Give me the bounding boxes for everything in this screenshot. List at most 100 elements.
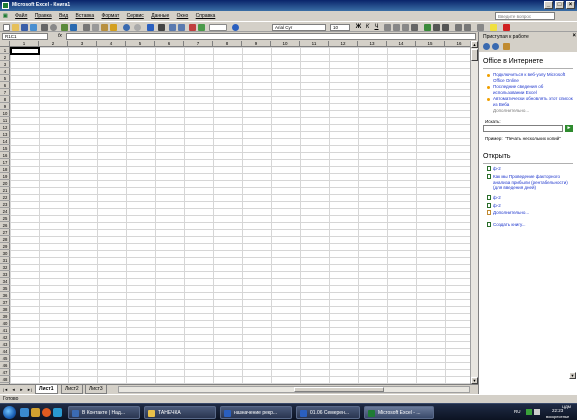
home-icon[interactable] xyxy=(503,43,510,50)
row-header[interactable]: 46 xyxy=(0,362,10,369)
tab-sheet2[interactable]: Лист2 xyxy=(61,385,83,394)
font-color-icon[interactable] xyxy=(503,24,510,31)
row-header[interactable]: 1 xyxy=(0,47,10,54)
close-button[interactable]: × xyxy=(566,1,575,9)
task-pane-close-icon[interactable]: × xyxy=(572,33,576,39)
row-header[interactable]: 7 xyxy=(0,89,10,96)
prev-sheet-icon[interactable]: ◄ xyxy=(10,386,17,393)
copy-icon[interactable] xyxy=(92,24,99,31)
more-online-link[interactable]: Дополнительно... xyxy=(493,108,573,114)
row-header[interactable]: 42 xyxy=(0,334,10,341)
name-box[interactable]: R1C1 xyxy=(2,33,48,40)
menu-tools[interactable]: Сервис xyxy=(124,11,147,21)
recent-file-1[interactable]: ф-2 xyxy=(493,166,573,172)
menu-data[interactable]: Данные xyxy=(148,11,172,21)
paste-icon[interactable] xyxy=(101,24,108,31)
row-header[interactable]: 15 xyxy=(0,145,10,152)
worksheet-grid[interactable]: 1 2 3 4 5 6 7 8 9 10 11 12 13 14 15 16 1 2 3 4 5 6 7 8 9 10 11 12 1… xyxy=(0,41,470,384)
link-auto-update[interactable]: Автоматически обновлять этот список из В… xyxy=(493,96,573,107)
row-header[interactable]: 14 xyxy=(0,138,10,145)
scroll-up-icon[interactable]: ▲ xyxy=(471,41,478,48)
row-header[interactable]: 4 xyxy=(0,68,10,75)
more-open-link[interactable]: Дополнительно... xyxy=(493,210,573,216)
next-sheet-icon[interactable]: ► xyxy=(18,386,25,393)
row-header[interactable]: 8 xyxy=(0,96,10,103)
font-name-select[interactable]: Arial Cyr xyxy=(272,24,326,31)
taskbar-button[interactable]: Microsoft Excel - ... xyxy=(364,406,434,419)
row-header[interactable]: 37 xyxy=(0,299,10,306)
clock-time[interactable]: 22:23 xyxy=(552,408,563,413)
tab-sheet1[interactable]: Лист1 xyxy=(35,385,58,394)
media-player-icon[interactable] xyxy=(42,408,51,417)
network-icon[interactable] xyxy=(526,409,532,415)
document-icon[interactable]: ▣ xyxy=(0,11,11,21)
row-header[interactable]: 48 xyxy=(0,376,10,383)
print-icon[interactable] xyxy=(41,24,48,31)
row-header[interactable]: 31 xyxy=(0,257,10,264)
row-header[interactable]: 9 xyxy=(0,103,10,110)
drawing-icon[interactable] xyxy=(198,24,205,31)
active-cell[interactable] xyxy=(10,47,40,55)
bold-icon[interactable]: Ж xyxy=(355,24,362,31)
link-office-online[interactable]: Подключиться к веб-узлу Microsoft Office… xyxy=(493,72,573,83)
row-header[interactable]: 39 xyxy=(0,313,10,320)
recent-file-2[interactable]: Как мы Проведение факторного анализа при… xyxy=(493,174,573,191)
align-center-icon[interactable] xyxy=(393,24,400,31)
link-latest-news[interactable]: Последние сведения об использовании Exce… xyxy=(493,84,573,95)
volume-icon[interactable] xyxy=(534,409,540,415)
row-header[interactable]: 34 xyxy=(0,278,10,285)
menu-view[interactable]: Вид xyxy=(56,11,71,21)
research-icon[interactable] xyxy=(70,24,77,31)
scroll-thumb[interactable] xyxy=(471,49,478,61)
currency-icon[interactable] xyxy=(424,24,431,31)
row-header[interactable]: 33 xyxy=(0,271,10,278)
search-go-icon[interactable]: ► xyxy=(565,125,573,132)
forward-icon[interactable] xyxy=(492,43,499,50)
row-header[interactable]: 18 xyxy=(0,166,10,173)
menu-file[interactable]: Файл xyxy=(12,11,30,21)
open-icon[interactable] xyxy=(12,24,19,31)
row-header[interactable]: 26 xyxy=(0,222,10,229)
row-header[interactable]: 41 xyxy=(0,327,10,334)
align-right-icon[interactable] xyxy=(402,24,409,31)
row-header[interactable]: 40 xyxy=(0,320,10,327)
row-header[interactable]: 23 xyxy=(0,201,10,208)
recent-file-4[interactable]: ф-2 xyxy=(493,203,573,209)
row-header[interactable]: 25 xyxy=(0,215,10,222)
tab-sheet3[interactable]: Лист3 xyxy=(85,385,107,394)
create-workbook-link[interactable]: Создать книгу... xyxy=(493,222,573,228)
row-header[interactable]: 13 xyxy=(0,131,10,138)
row-header[interactable]: 16 xyxy=(0,152,10,159)
pane-scroll-down-icon[interactable]: ▼ xyxy=(569,372,576,379)
row-header[interactable]: 32 xyxy=(0,264,10,271)
font-size-select[interactable]: 10 xyxy=(330,24,350,31)
row-header[interactable]: 19 xyxy=(0,173,10,180)
comma-style-icon[interactable] xyxy=(442,24,449,31)
format-painter-icon[interactable] xyxy=(110,24,117,31)
row-header[interactable]: 12 xyxy=(0,124,10,131)
ie-icon[interactable] xyxy=(20,408,29,417)
new-icon[interactable] xyxy=(3,24,10,31)
spelling-icon[interactable] xyxy=(61,24,68,31)
taskbar-button[interactable]: В Контакте | Над... xyxy=(68,406,140,419)
row-header[interactable]: 44 xyxy=(0,348,10,355)
row-header[interactable]: 43 xyxy=(0,341,10,348)
decrease-indent-icon[interactable] xyxy=(455,24,462,31)
italic-icon[interactable]: К xyxy=(364,24,371,31)
minimize-button[interactable]: _ xyxy=(544,1,553,9)
horizontal-scrollbar[interactable] xyxy=(118,386,470,393)
row-header[interactable]: 6 xyxy=(0,82,10,89)
row-header[interactable]: 5 xyxy=(0,75,10,82)
row-header[interactable]: 47 xyxy=(0,369,10,376)
menu-window[interactable]: Окно xyxy=(174,11,192,21)
cut-icon[interactable] xyxy=(83,24,90,31)
row-header[interactable]: 36 xyxy=(0,292,10,299)
help-search-input[interactable]: Введите вопрос xyxy=(495,12,555,20)
increase-indent-icon[interactable] xyxy=(464,24,471,31)
row-header[interactable]: 28 xyxy=(0,236,10,243)
task-pane-title[interactable]: Приступая к работе xyxy=(483,34,529,40)
row-header[interactable]: 10 xyxy=(0,110,10,117)
row-header[interactable]: 38 xyxy=(0,306,10,313)
start-button[interactable] xyxy=(3,406,16,419)
taskbar-button[interactable]: назначение рекр... xyxy=(220,406,292,419)
